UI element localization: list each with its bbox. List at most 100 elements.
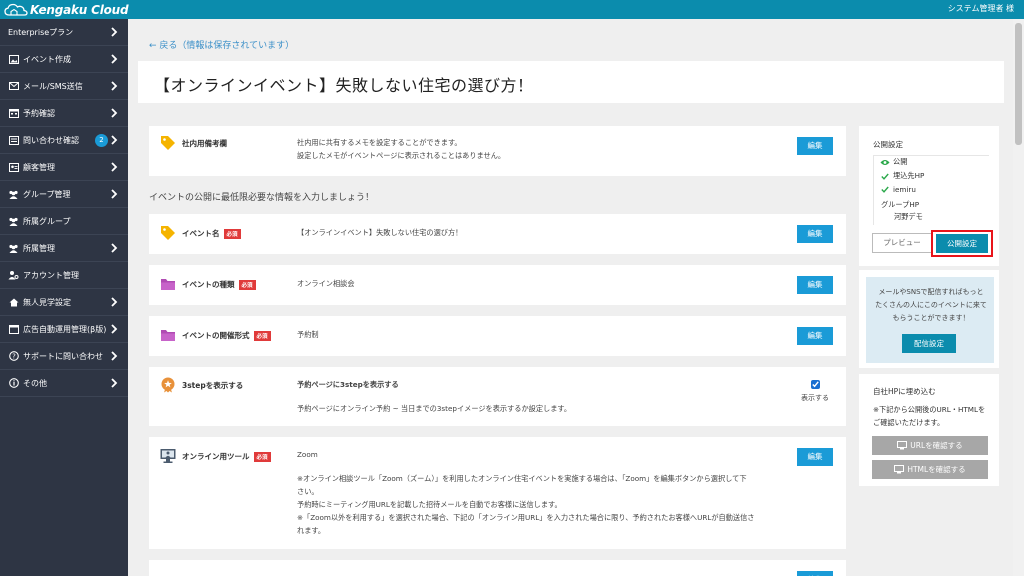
chevron-right-icon: [111, 81, 118, 91]
eye-icon: [880, 159, 890, 165]
event-type-edit-button[interactable]: 編集: [797, 276, 833, 294]
window-icon: [8, 324, 19, 334]
folder-icon: [161, 330, 175, 341]
event-format-edit-button[interactable]: 編集: [797, 327, 833, 345]
online-url-edit-button[interactable]: 編集: [797, 571, 833, 576]
three-step-label: 3stepを表示する: [182, 381, 244, 390]
cloud-icon: [4, 3, 28, 16]
sidebar-item-event-create[interactable]: イベント作成: [0, 46, 128, 73]
memo-edit-button[interactable]: 編集: [797, 137, 833, 155]
chevron-right-icon: [111, 189, 118, 199]
show-3step-checkbox[interactable]: [811, 380, 820, 389]
event-type-card: イベントの種類 必須 オンライン相談会 編集: [149, 265, 846, 305]
check-html-button[interactable]: HTMLを確認する: [872, 460, 988, 479]
online-tool-card: オンライン用ツール 必須 Zoom ※オンライン相談ツール「Zoom（ズーム）」…: [149, 437, 846, 549]
publish-status-text: 公開: [893, 157, 908, 166]
chevron-right-icon: [111, 243, 118, 253]
sidebar-item-support[interactable]: ? サポートに問い合わせ: [0, 343, 128, 370]
app-logo[interactable]: Kengaku Cloud: [4, 2, 129, 17]
inbox-icon: [8, 135, 19, 145]
publish-group-value: 河野デモ: [894, 212, 923, 221]
publish-target-text: 埋込先HP: [893, 171, 925, 180]
publish-target-2: iemiru: [881, 185, 916, 194]
chevron-right-icon: [111, 297, 118, 307]
check-html-label: HTMLを確認する: [907, 465, 966, 474]
user-name[interactable]: システム管理者 様: [948, 3, 1014, 14]
required-badge: 必須: [253, 451, 271, 462]
check-url-label: URLを確認する: [910, 441, 963, 450]
sidebar-item-affiliation-management[interactable]: 所属管理: [0, 235, 128, 262]
scrollbar-thumb[interactable]: [1015, 23, 1022, 145]
preview-button[interactable]: プレビュー: [872, 233, 932, 253]
required-badge: 必須: [223, 228, 241, 239]
sidebar-item-affiliated-group[interactable]: 所属グループ: [0, 208, 128, 235]
sidebar-item-unmanned-tour[interactable]: 無人見学設定: [0, 289, 128, 316]
online-tool-edit-button[interactable]: 編集: [797, 448, 833, 466]
chevron-right-icon: [111, 378, 118, 388]
publish-group-label: グループHP: [881, 200, 920, 209]
memo-text-2: 設定したメモがイベントページに表示されることはありません。: [297, 151, 506, 160]
sidebar-item-label: グループ管理: [23, 189, 71, 199]
chevron-right-icon: [111, 162, 118, 172]
required-badge: 必須: [238, 279, 256, 290]
online-tool-label-text: オンライン用ツール: [182, 452, 250, 461]
event-type-value: オンライン相談会: [297, 279, 355, 288]
sidebar-item-label: 広告自動運用管理(β版): [23, 324, 107, 334]
event-name-edit-button[interactable]: 編集: [797, 225, 833, 243]
page-scrollbar[interactable]: [1013, 19, 1024, 576]
user-gear-icon: [8, 270, 19, 280]
event-format-value: 予約制: [297, 330, 319, 339]
users-icon: [8, 216, 19, 226]
chevron-right-icon: [111, 27, 118, 37]
event-type-label-text: イベントの種類: [182, 280, 235, 289]
monitor-icon: [897, 441, 908, 450]
event-name-card: イベント名 必須 【オンラインイベント】失敗しない住宅の選び方！ 編集: [149, 214, 846, 254]
sidebar-item-customers[interactable]: 顧客管理: [0, 154, 128, 181]
online-tool-note: さい。: [297, 487, 319, 496]
required-badge: 必須: [253, 330, 271, 341]
question-icon: ?: [8, 351, 19, 361]
svg-text:?: ?: [12, 353, 16, 361]
section-heading: イベントの公開に最低限必要な情報を入力しましょう！: [149, 193, 375, 203]
three-step-title: 予約ページに3stepを表示する: [297, 380, 399, 389]
event-format-label-text: イベントの開催形式: [182, 331, 250, 340]
sidebar-item-reservations[interactable]: 予約確認: [0, 100, 128, 127]
distribution-settings-button[interactable]: 配信設定: [902, 334, 956, 353]
video-conference-icon: [160, 449, 176, 463]
sidebar-item-account-management[interactable]: アカウント管理: [0, 262, 128, 289]
sidebar-item-label: Enterpriseプラン: [8, 27, 74, 37]
sidebar-item-label: 無人見学設定: [23, 297, 71, 307]
sidebar-item-label: 問い合わせ確認: [23, 135, 79, 145]
sidebar-item-inquiries[interactable]: 問い合わせ確認 2: [0, 127, 128, 154]
highlight-box: [931, 230, 993, 257]
folder-icon: [161, 279, 175, 290]
online-tool-note: 予約時にミーティング用URLを記載した招待メールを自動でお客様に送信します。: [297, 500, 562, 509]
embed-heading: 自社HPに埋め込む: [873, 387, 936, 396]
distribution-text: メールやSNSで配信すればもっとたくさんの人にこのイベントに来てもらうことができ…: [875, 288, 987, 322]
chevron-right-icon: [111, 135, 118, 145]
embed-note: ※下記から公開後のURL・HTMLをご確認いただけます。: [873, 405, 986, 427]
memo-text-1: 社内用に共有するメモを設定することができます。: [297, 138, 462, 147]
sidebar-item-mail-sms[interactable]: メール/SMS送信: [0, 73, 128, 100]
sidebar-item-label: 所属管理: [23, 243, 55, 253]
online-tool-notes: ※オンライン相談ツール「Zoom（ズーム）」を利用したオンライン住宅イベントを実…: [297, 472, 777, 537]
users-icon: [8, 189, 19, 199]
back-link[interactable]: ← 戻る（情報は保存されています）: [149, 38, 294, 51]
online-tool-note: ※オンライン相談ツール「Zoom（ズーム）」を利用したオンライン住宅イベントを実…: [297, 474, 747, 483]
publish-status-box: 公開 埋込先HP iemiru グループHP 河野デモ: [873, 155, 989, 225]
monitor-icon: [894, 465, 905, 474]
check-url-button[interactable]: URLを確認する: [872, 436, 988, 455]
home-icon: [8, 297, 19, 307]
sidebar-item-label: サポートに問い合わせ: [23, 351, 103, 361]
sidebar-item-enterprise[interactable]: Enterpriseプラン: [0, 19, 128, 46]
page-title: 【オンラインイベント】失敗しない住宅の選び方！: [154, 76, 534, 95]
mail-icon: [8, 81, 19, 91]
three-step-description: 予約ページにオンライン予約 ~ 当日までの3stepイメージを表示するか設定しま…: [297, 404, 572, 413]
sidebar-item-other[interactable]: その他: [0, 370, 128, 397]
sidebar-item-ad-automation[interactable]: 広告自動運用管理(β版): [0, 316, 128, 343]
sidebar-item-group-management[interactable]: グループ管理: [0, 181, 128, 208]
chevron-right-icon: [111, 54, 118, 64]
star-badge-icon: [161, 377, 175, 393]
three-step-card: 3stepを表示する 予約ページに3stepを表示する 予約ページにオンライン予…: [149, 367, 846, 426]
chevron-right-icon: [111, 324, 118, 334]
